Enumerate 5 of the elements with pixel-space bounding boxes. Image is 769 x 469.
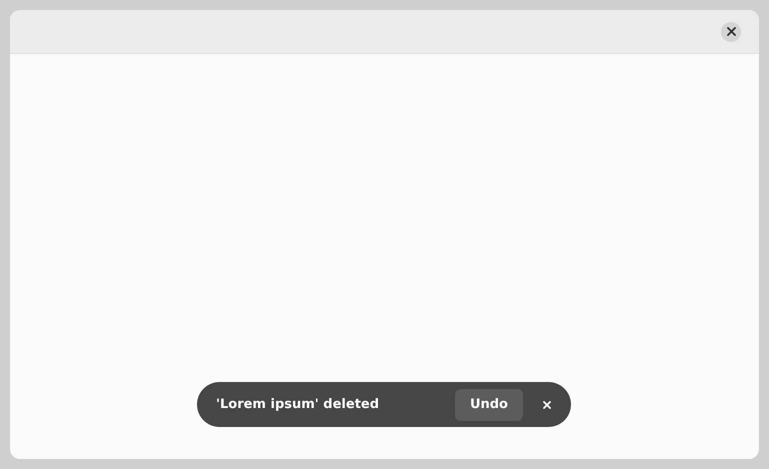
close-icon	[543, 400, 551, 408]
close-icon	[726, 27, 736, 36]
undo-button[interactable]: Undo	[454, 388, 523, 420]
toast-message: 'Lorem ipsum' deleted	[216, 396, 380, 414]
close-button[interactable]	[721, 22, 741, 42]
